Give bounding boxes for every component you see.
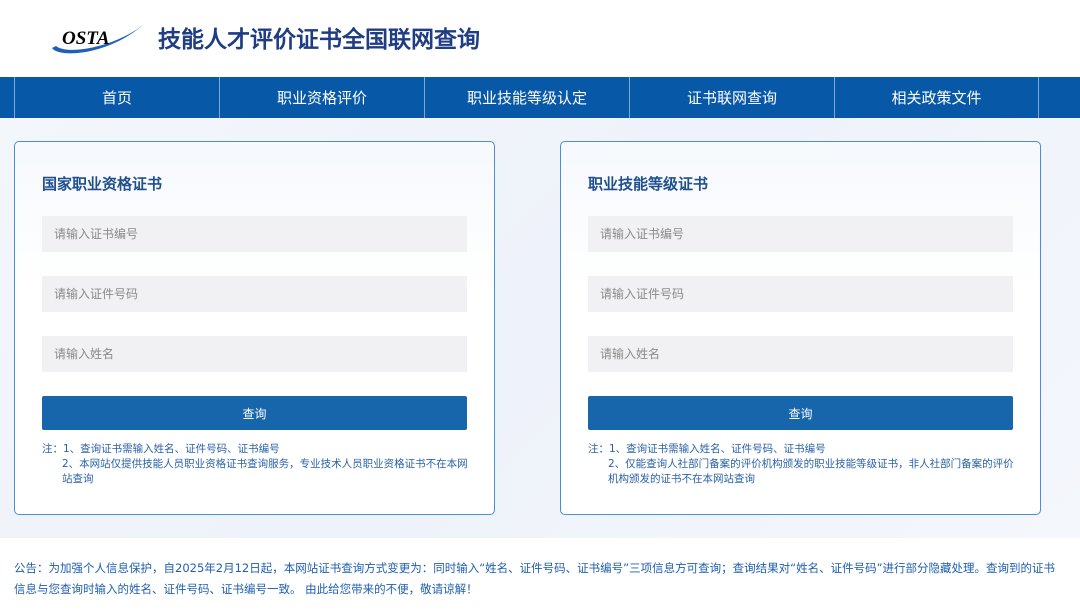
nav-home[interactable]: 首页 bbox=[14, 77, 219, 118]
main-nav: 首页 职业资格评价 职业技能等级认定 证书联网查询 相关政策文件 bbox=[0, 77, 1080, 118]
nav-policy-documents[interactable]: 相关政策文件 bbox=[834, 77, 1039, 118]
header: OSTA 技能人才评价证书全国联网查询 bbox=[0, 0, 1080, 77]
card-title: 职业技能等级证书 bbox=[588, 175, 709, 193]
note-2: 2、本网站仅提供技能人员职业资格证书查询服务，专业技术人员职业资格证书不在本网站… bbox=[62, 458, 468, 485]
note-1: 注：1、查询证书需输入姓名、证件号码、证书编号 bbox=[588, 443, 826, 455]
note-2: 2、仅能查询人社部门备案的评价机构颁发的职业技能等级证书，非人社部门备案的评价机… bbox=[608, 458, 1014, 485]
id-number-input[interactable] bbox=[42, 276, 467, 312]
osta-logo: OSTA bbox=[52, 24, 144, 54]
nav-vocational-qualification[interactable]: 职业资格评价 bbox=[219, 77, 424, 118]
nav-skill-level-accreditation[interactable]: 职业技能等级认定 bbox=[424, 77, 629, 118]
nav-certificate-query[interactable]: 证书联网查询 bbox=[629, 77, 834, 118]
qualification-certificate-card: 国家职业资格证书 查询 注：1、查询证书需输入姓名、证件号码、证书编号 2、本网… bbox=[14, 141, 495, 515]
main-area: 国家职业资格证书 查询 注：1、查询证书需输入姓名、证件号码、证书编号 2、本网… bbox=[0, 118, 1080, 538]
query-button[interactable]: 查询 bbox=[42, 396, 467, 430]
card-title: 国家职业资格证书 bbox=[42, 175, 163, 193]
svg-text:OSTA: OSTA bbox=[62, 28, 110, 49]
notes: 注：1、查询证书需输入姓名、证件号码、证书编号 2、仅能查询人社部门备案的评价机… bbox=[588, 442, 1018, 487]
query-button[interactable]: 查询 bbox=[588, 396, 1013, 430]
certificate-number-input[interactable] bbox=[588, 216, 1013, 252]
note-1: 注：1、查询证书需输入姓名、证件号码、证书编号 bbox=[42, 443, 280, 455]
site-title: 技能人才评价证书全国联网查询 bbox=[158, 27, 480, 53]
notes: 注：1、查询证书需输入姓名、证件号码、证书编号 2、本网站仅提供技能人员职业资格… bbox=[42, 442, 472, 487]
name-input[interactable] bbox=[42, 336, 467, 372]
id-number-input[interactable] bbox=[588, 276, 1013, 312]
certificate-number-input[interactable] bbox=[42, 216, 467, 252]
skill-level-certificate-card: 职业技能等级证书 查询 注：1、查询证书需输入姓名、证件号码、证书编号 2、仅能… bbox=[560, 141, 1041, 515]
name-input[interactable] bbox=[588, 336, 1013, 372]
announcement: 公告：为加强个人信息保护，自2025年2月12日起，本网站证书查询方式变更为：同… bbox=[14, 561, 1056, 596]
